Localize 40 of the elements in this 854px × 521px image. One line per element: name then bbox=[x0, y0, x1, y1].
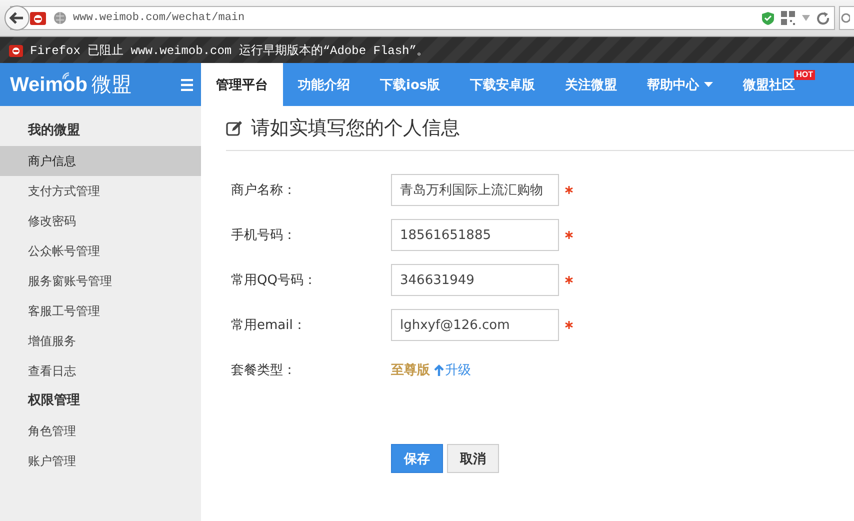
plugin-icon bbox=[8, 42, 24, 58]
qr-code-icon bbox=[781, 11, 795, 25]
plugin-icon bbox=[29, 9, 47, 27]
sidebar-item[interactable]: 修改密码 bbox=[0, 206, 201, 236]
sidebar-item[interactable]: 账户管理 bbox=[0, 446, 201, 476]
page-title: 请如实填写您的个人信息 bbox=[251, 116, 460, 141]
plan-name: 至尊版 bbox=[391, 362, 430, 379]
field-label: 套餐类型： bbox=[231, 363, 296, 378]
sidebar-item[interactable]: 增值服务 bbox=[0, 326, 201, 356]
shield-icon bbox=[761, 10, 775, 26]
menu-icon[interactable] bbox=[181, 78, 193, 90]
sidebar-item[interactable]: 公众帐号管理 bbox=[0, 236, 201, 266]
sidebar-item[interactable]: 客服工号管理 bbox=[0, 296, 201, 326]
cancel-button[interactable]: 取消 bbox=[447, 444, 499, 473]
reload-icon[interactable] bbox=[817, 12, 830, 24]
input-field[interactable]: 18561651885 bbox=[391, 219, 559, 251]
sidebar-item[interactable]: 支付方式管理 bbox=[0, 176, 201, 206]
input-field[interactable]: lghxyf@126.com bbox=[391, 309, 559, 341]
nav-tab[interactable]: 管理平台 bbox=[201, 63, 283, 106]
section-heading: 权限管理 bbox=[28, 393, 80, 408]
dropdown-icon[interactable] bbox=[801, 13, 811, 23]
hot-badge: HOT bbox=[794, 70, 816, 80]
section-heading: 我的微盟 bbox=[28, 123, 80, 138]
field-label: 商户名称： bbox=[231, 183, 296, 198]
notification-text: Firefox 已阻止 www.weimob.com 运行早期版本的“Adobe Flash”。 bbox=[30, 42, 428, 58]
sidebar-item[interactable]: 查看日志 bbox=[0, 356, 201, 386]
sidebar-item[interactable]: 服务窗账号管理 bbox=[0, 266, 201, 296]
edit-icon bbox=[226, 120, 243, 136]
input-field[interactable]: 青岛万利国际上流汇购物 bbox=[391, 174, 559, 206]
globe-icon bbox=[53, 11, 67, 25]
back-button[interactable] bbox=[4, 5, 30, 31]
field-label: 常用email： bbox=[231, 318, 306, 333]
sidebar-item[interactable]: 商户信息 bbox=[0, 146, 201, 176]
input-field[interactable]: 346631949 bbox=[391, 264, 559, 296]
sidebar-item[interactable]: 角色管理 bbox=[0, 416, 201, 446]
field-label: 常用QQ号码： bbox=[231, 273, 316, 288]
url-text: www.weimob.com/wechat/main bbox=[73, 12, 246, 24]
field-label: 手机号码： bbox=[231, 228, 296, 243]
search-icon bbox=[840, 12, 850, 24]
arrow-up-icon bbox=[434, 364, 444, 376]
